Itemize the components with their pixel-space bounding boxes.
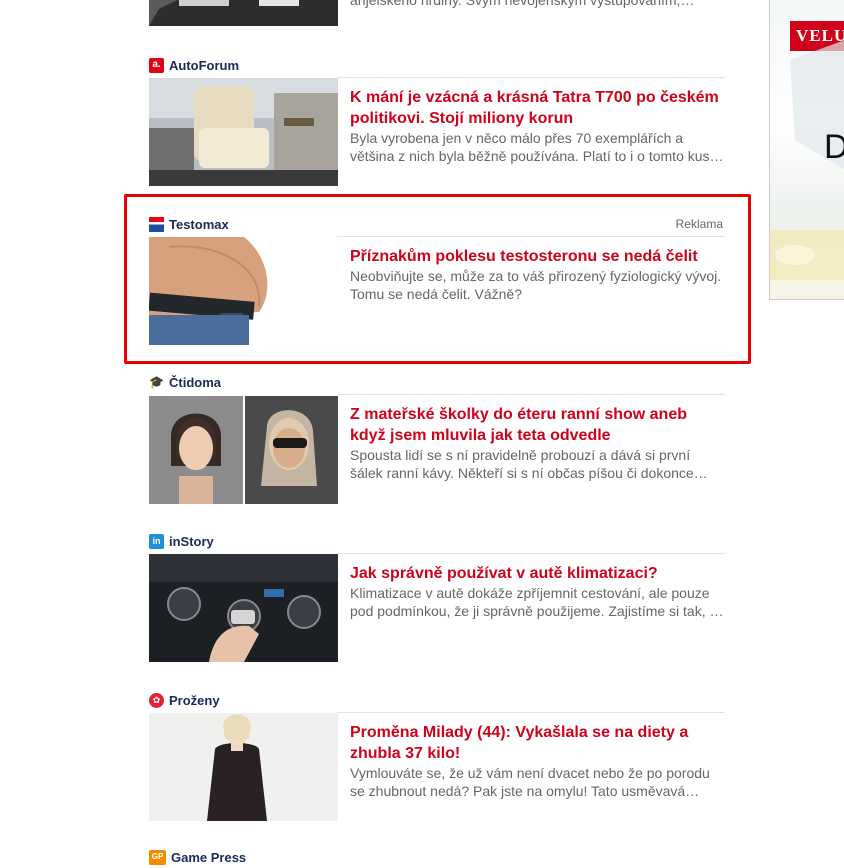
source-label[interactable]: Testomax [149,215,229,233]
article-thumbnail[interactable] [149,0,338,26]
article-title[interactable]: Z mateřské školky do éteru ranní show an… [350,404,725,446]
article-card[interactable]: 🎓 Čtidoma Z mateřské školky do éteru ran… [149,373,725,504]
article-perex: Vymlouváte se, že už vám není dvacet neb… [350,765,710,799]
article-title[interactable]: Příznakům poklesu testosteronu se nedá č… [350,246,725,267]
source-name: Testomax [169,216,229,232]
source-name: Čtidoma [169,374,221,390]
article-card[interactable]: anjelského hrdiny. Svým nevojenským vyst… [149,0,725,34]
source-name: Proženy [169,692,220,708]
article-thumbnail[interactable] [149,78,338,186]
source-label[interactable]: in inStory [149,532,214,550]
article-thumbnail[interactable] [149,396,338,504]
source-label[interactable]: 🎓 Čtidoma [149,373,221,391]
article-card[interactable]: ✿ Proženy Proměna Milady (44): Vykašlala… [149,691,725,821]
source-name: inStory [169,533,214,549]
source-label[interactable]: GP Game Press [149,848,246,866]
divider [337,394,725,395]
article-perex: anjelského hrdiny. Svým nevojenským vyst… [350,0,681,8]
article-thumbnail[interactable] [149,554,338,662]
side-ad-text: D [824,128,844,167]
article-thumbnail[interactable] [149,713,338,821]
side-banner-ad[interactable]: VELU D [769,0,844,300]
article-card[interactable]: a. AutoForum K mání je vzácná a krásná T… [149,56,725,186]
source-name: Game Press [171,849,247,865]
ad-label: Reklama [675,217,723,231]
divider [337,553,725,554]
article-title[interactable]: Jak správně používat v autě klimatizaci? [350,563,725,584]
ad-article-card[interactable]: Testomax Reklama Příznakům poklesu testo… [149,215,725,345]
prozeny-logo-icon: ✿ [149,692,164,708]
autoforum-logo-icon: a. [149,57,164,73]
article-perex: Spousta lidí se s ní pravidelně probouzí… [350,447,708,481]
divider [337,236,725,237]
source-label[interactable]: a. AutoForum [149,56,239,74]
ctidoma-logo-icon: 🎓 [149,375,164,389]
instory-logo-icon: in [149,533,164,549]
article-card[interactable]: in inStory Jak správně používat v autě k… [149,532,725,662]
article-title[interactable]: K mání je vzácná a krásná Tatra T700 po … [350,87,725,129]
article-perex: Klimatizace v autě dokáže zpříjemnit ces… [350,585,724,619]
testomax-flag-icon [149,216,164,232]
divider [337,77,725,78]
source-label[interactable]: ✿ Proženy [149,691,220,709]
article-card[interactable]: GP Game Press [149,848,725,868]
gamepress-logo-icon: GP [149,849,166,865]
article-thumbnail[interactable] [149,237,338,345]
article-title[interactable]: Proměna Milady (44): Vykašlala se na die… [350,722,725,764]
article-perex: Neobviňujte se, může za to váš přirozený… [350,268,722,302]
divider [337,712,725,713]
article-perex: Byla vyrobena jen v něco málo přes 70 ex… [350,130,724,164]
source-name: AutoForum [169,57,240,73]
